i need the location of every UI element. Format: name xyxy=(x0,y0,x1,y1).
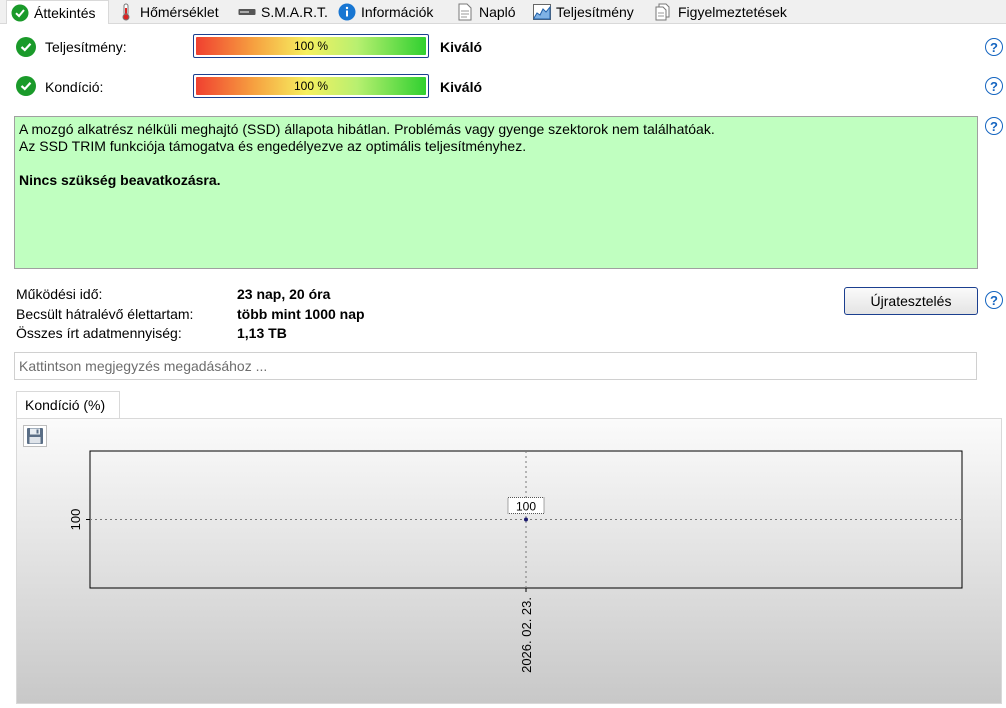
y-tick-label: 100 xyxy=(68,509,83,531)
condition-help-icon[interactable]: ? xyxy=(985,77,1003,95)
performance-bar-fill: 100 % xyxy=(196,37,426,55)
status-info-box: A mozgó alkatrész nélküli meghajtó (SSD)… xyxy=(14,116,978,269)
warnings-icon xyxy=(655,3,673,21)
tab-label: Információk xyxy=(361,4,434,20)
condition-bar: 100 % xyxy=(193,74,429,98)
tab-condition-chart[interactable]: Kondíció (%) xyxy=(16,391,120,419)
condition-chart: 100 2026. 02. 23. 100 xyxy=(68,450,963,673)
lifetime-value: több mint 1000 nap xyxy=(237,306,365,322)
condition-percent: 100 % xyxy=(293,79,329,93)
condition-bar-fill: 100 % xyxy=(196,77,426,95)
data-label: 100 xyxy=(516,500,536,514)
tab-label: Figyelmeztetések xyxy=(678,4,787,20)
tab-label: Áttekintés xyxy=(34,5,96,21)
tab-label: Teljesítmény xyxy=(556,4,634,20)
tab-overview[interactable]: Áttekintés xyxy=(6,0,109,25)
data-point xyxy=(524,517,528,522)
document-icon xyxy=(456,3,474,21)
performance-rating: Kiváló xyxy=(440,39,483,55)
condition-rating: Kiváló xyxy=(440,79,483,95)
tab-label: Napló xyxy=(479,4,516,20)
written-value: 1,13 TB xyxy=(237,325,287,341)
uptime-label: Működési idő: xyxy=(16,286,103,302)
performance-percent: 100 % xyxy=(293,39,329,53)
performance-help-icon[interactable]: ? xyxy=(985,38,1003,56)
info-line-1: A mozgó alkatrész nélküli meghajtó (SSD)… xyxy=(19,121,715,137)
info-icon xyxy=(338,3,356,21)
overview-panel: Teljesítmény: 100 % Kiváló ? Kondíció: 1… xyxy=(0,24,1006,708)
performance-chart-icon xyxy=(533,3,551,21)
info-help-icon[interactable]: ? xyxy=(985,117,1003,135)
note-input[interactable]: Kattintson megjegyzés megadásához ... xyxy=(14,352,977,380)
check-circle-icon xyxy=(11,4,29,22)
performance-bar: 100 % xyxy=(193,34,429,58)
retest-button[interactable]: Újratesztelés xyxy=(844,287,978,315)
condition-ok-icon xyxy=(16,76,36,96)
info-line-3: Nincs szükség beavatkozásra. xyxy=(19,172,221,188)
written-label: Összes írt adatmennyiség: xyxy=(16,325,182,341)
tab-bar: Áttekintés Hőmérséklet S.M.A.R.T. Inform… xyxy=(0,0,1006,25)
tab-information[interactable]: Információk xyxy=(334,0,433,24)
tab-performance[interactable]: Teljesítmény xyxy=(529,0,634,24)
tab-temperature[interactable]: Hőmérséklet xyxy=(113,0,219,24)
performance-label: Teljesítmény: xyxy=(45,39,127,55)
tab-label: S.M.A.R.T. xyxy=(261,4,328,20)
tab-smart[interactable]: S.M.A.R.T. xyxy=(234,0,328,24)
thermometer-icon xyxy=(117,3,135,21)
x-tick-label: 2026. 02. 23. xyxy=(519,597,534,673)
condition-label: Kondíció: xyxy=(45,79,104,95)
tab-label: Hőmérséklet xyxy=(140,4,219,20)
lifetime-label: Becsült hátralévő élettartam: xyxy=(16,306,194,322)
tab-warnings[interactable]: Figyelmeztetések xyxy=(651,0,787,24)
info-line-2: Az SSD TRIM funkciója támogatva és enged… xyxy=(19,138,527,154)
condition-chart-area: 100 2026. 02. 23. 100 xyxy=(16,418,1002,704)
uptime-value: 23 nap, 20 óra xyxy=(237,286,331,302)
drive-icon xyxy=(238,3,256,21)
tab-log[interactable]: Napló xyxy=(452,0,516,24)
performance-ok-icon xyxy=(16,37,36,57)
retest-help-icon[interactable]: ? xyxy=(985,291,1003,309)
